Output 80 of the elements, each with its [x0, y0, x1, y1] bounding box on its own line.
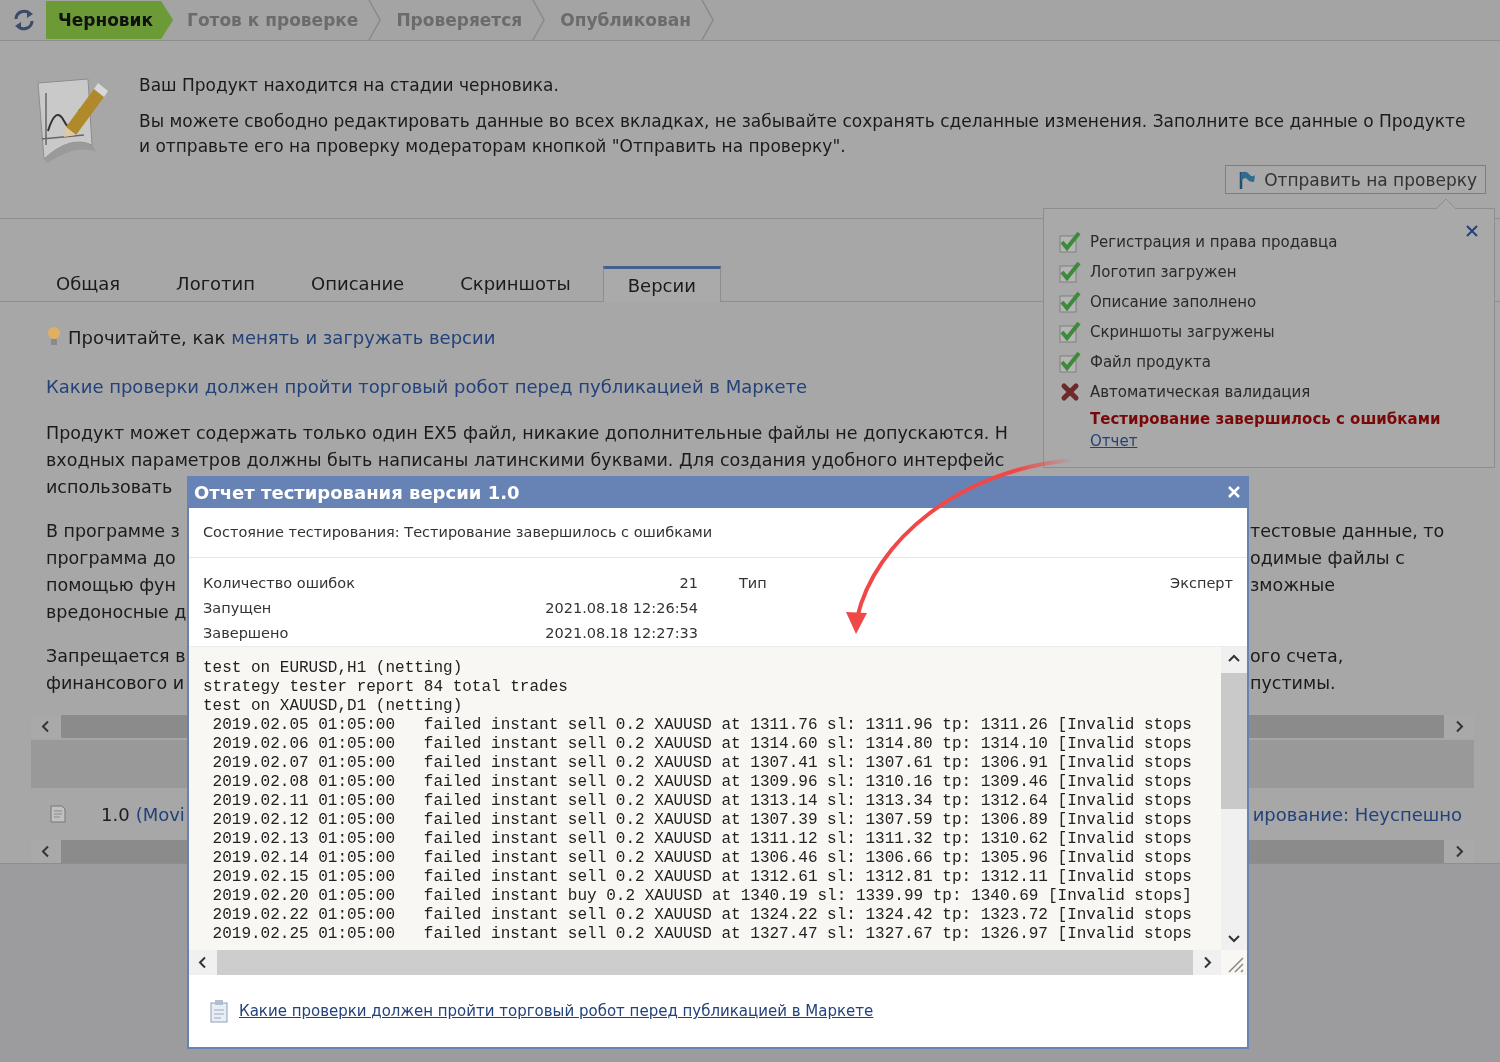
log-line: test on EURUSD,H1 (netting)	[203, 659, 463, 678]
scroll-right-icon[interactable]	[1193, 950, 1221, 975]
log-line: strategy tester report 84 total trades	[203, 678, 568, 697]
checks-link[interactable]: Какие проверки должен пройти торговый робот перед публикацией в Маркете	[239, 1002, 874, 1020]
testing-status-link[interactable]: ирование: Неуспешно	[1252, 803, 1462, 825]
log-line: 2019.02.05 01:05:00 failed instant sell 0.2 XAUUSD at 1311.76 sl: 1311.96 tp: 1311.26 [Invalid stops	[211, 716, 1192, 735]
horizontal-scrollbar[interactable]	[189, 950, 1221, 975]
status-step: Проверяется	[386, 1, 551, 39]
checklist-item: Логотип загружен	[1090, 263, 1237, 281]
document-icon	[49, 804, 67, 824]
close-icon[interactable]	[1466, 225, 1478, 237]
checks-link[interactable]: Какие проверки должен пройти торговый робот перед публикацией в Маркете	[46, 375, 808, 397]
checklist-item: Скриншоты загружены	[1090, 323, 1275, 341]
stat-label: Тип	[739, 574, 767, 591]
paragraph-text: программа до	[46, 547, 176, 568]
log-line: 2019.02.20 01:05:00 failed instant buy 0.2 XAUUSD at 1340.19 sl: 1339.99 tp: 1340.69 [Invalid stops]	[211, 887, 1192, 906]
log-line: 2019.02.06 01:05:00 failed instant sell 0.2 XAUUSD at 1314.60 sl: 1314.80 tp: 1314.10 [Invalid stops	[211, 735, 1192, 754]
checklist-item: Файл продукта	[1090, 353, 1211, 371]
tab[interactable]: Скриншоты	[436, 266, 595, 301]
tip-text: Прочитайте, как	[68, 326, 226, 348]
paragraph-text: ого счета,	[1250, 645, 1344, 666]
scroll-left-icon[interactable]	[189, 950, 217, 975]
paragraph-text: зможные	[1250, 574, 1335, 595]
scroll-thumb[interactable]	[1221, 673, 1247, 809]
log-line: 2019.02.14 01:05:00 failed instant sell 0.2 XAUUSD at 1306.46 sl: 1306.66 tp: 1305.96 [Invalid stops	[211, 849, 1192, 868]
log-line: 2019.02.07 01:05:00 failed instant sell 0.2 XAUUSD at 1307.41 sl: 1307.61 tp: 1306.91 [Invalid stops	[211, 754, 1192, 773]
log-line: 2019.02.15 01:05:00 failed instant sell 0.2 XAUUSD at 1312.61 sl: 1312.81 tp: 1312.11 [Invalid stops	[211, 868, 1192, 887]
tab[interactable]: Версии	[602, 266, 721, 302]
horizontal-scrollbar[interactable]	[31, 840, 187, 863]
paragraph-text: Запрещается в	[46, 645, 186, 666]
paragraph-text: пустимы.	[1250, 672, 1336, 693]
log-line: 2019.02.13 01:05:00 failed instant sell 0.2 XAUUSD at 1311.12 sl: 1311.32 tp: 1310.62 [Invalid stops	[211, 830, 1192, 849]
lightbulb-icon	[46, 326, 62, 348]
refresh-icon[interactable]	[12, 8, 36, 32]
paragraph-text: использовать	[46, 476, 173, 497]
stat-value: 2021.08.18 12:26:54	[545, 599, 698, 616]
testing-status: Состояние тестирования: Тестирование завершилось с ошибками	[189, 508, 1247, 558]
log-line: 2019.02.25 01:05:00 failed instant sell 0.2 XAUUSD at 1327.47 sl: 1327.67 tp: 1326.97 [Invalid stops	[211, 925, 1192, 944]
checklist-item: Описание заполнено	[1090, 293, 1257, 311]
stat-value: 2021.08.18 12:27:33	[545, 624, 698, 641]
log-line: test on XAUUSD,D1 (netting)	[203, 697, 463, 716]
paragraph-text: помощью фун	[46, 574, 176, 595]
stat-value: Эксперт	[1170, 574, 1233, 591]
stat-label: Запущен	[203, 599, 272, 616]
paragraph-text: Продукт может содержать только один EX5 файл, никакие дополнительные файлы не допускаются. Н	[46, 422, 1008, 443]
paragraph-text: одимые файлы с	[1250, 547, 1405, 568]
log-line: 2019.02.11 01:05:00 failed instant sell 0.2 XAUUSD at 1313.14 sl: 1313.34 tp: 1312.64 [Invalid stops	[211, 792, 1192, 811]
submit-for-review-button[interactable]: Отправить на проверку	[1225, 165, 1486, 194]
versions-link[interactable]: менять и загружать версии	[231, 326, 496, 348]
clipboard-icon	[209, 999, 229, 1023]
status-step: Опубликован	[550, 1, 719, 39]
notice-title: Ваш Продукт находится на стадии черновика.	[139, 75, 560, 95]
dialog-title: Отчет тестирования версии 1.0	[194, 481, 520, 503]
version-link[interactable]: (Movi	[135, 803, 185, 825]
stat-label: Количество ошибок	[203, 574, 355, 591]
status-step: Готов к проверке	[177, 1, 387, 39]
tab[interactable]: Логотип	[152, 266, 280, 301]
error-text: Тестирование завершилось с ошибками	[1089, 409, 1442, 430]
horizontal-scrollbar[interactable]	[31, 715, 187, 738]
paragraph-text: входных параметров должны быть написаны латинскими буквами. Для создания удобного интерфейс	[46, 449, 1005, 470]
tab[interactable]: Общая	[32, 266, 145, 301]
log-line: 2019.02.12 01:05:00 failed instant sell 0.2 XAUUSD at 1307.39 sl: 1307.59 tp: 1306.89 [Invalid stops	[211, 811, 1192, 830]
stat-value: 21	[679, 574, 698, 591]
stat-label: Завершено	[203, 624, 289, 641]
tab[interactable]: Описание	[287, 266, 429, 301]
checklist-item: Регистрация и права продавца	[1090, 233, 1338, 251]
paragraph-text: тестовые данные, то	[1250, 520, 1445, 541]
notice-text: Вы можете свободно редактировать данные во всех вкладках, не забывайте сохранять сделанные изменения. Заполните все данные о Продукте и отправьте его на проверку модераторам кнопкой "Отправить на проверку".	[139, 110, 1467, 158]
vertical-scrollbar[interactable]	[1221, 647, 1247, 950]
paragraph-text: финансового и	[46, 672, 185, 693]
paragraph-text: вредоносные д	[46, 601, 187, 622]
status-step: Черновик	[46, 1, 174, 39]
paragraph-text: В программе з	[46, 520, 180, 541]
version-number: 1.0	[101, 803, 130, 825]
horizontal-scrollbar[interactable]	[1249, 715, 1474, 738]
log-line: 2019.02.08 01:05:00 failed instant sell 0.2 XAUUSD at 1309.96 sl: 1310.16 tp: 1309.46 [Invalid stops	[211, 773, 1192, 792]
checklist-item: Автоматическая валидация	[1090, 383, 1311, 401]
log-line: 2019.02.22 01:05:00 failed instant sell 0.2 XAUUSD at 1324.22 sl: 1324.42 tp: 1323.72 [Invalid stops	[211, 906, 1192, 925]
report-link[interactable]: Отчет	[1090, 432, 1138, 450]
horizontal-scrollbar[interactable]	[1249, 840, 1474, 863]
